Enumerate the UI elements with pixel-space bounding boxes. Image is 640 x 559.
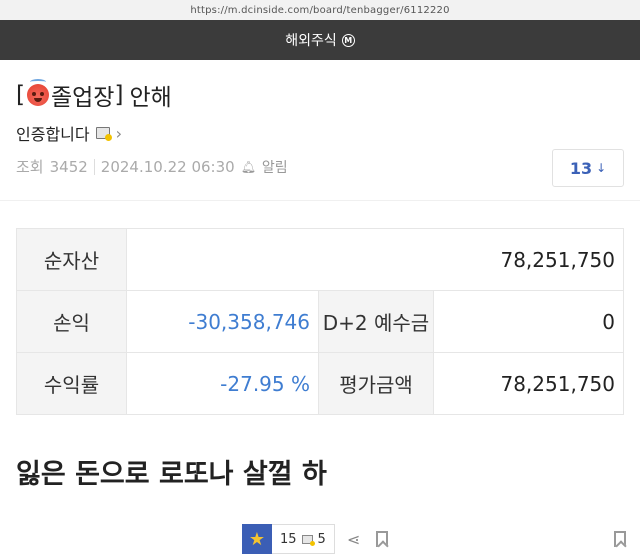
deposit-label: D+2 예수금 xyxy=(318,290,434,353)
meta-divider xyxy=(93,158,95,175)
url-text: https://m.dcinside.com/board/tenbagger/6… xyxy=(190,4,450,16)
author-row[interactable]: 인증합니다 › xyxy=(16,121,122,145)
return-rate-label: 수익률 xyxy=(16,352,127,415)
return-rate-value: -27.95 % xyxy=(126,352,319,415)
chevron-right-icon[interactable]: › xyxy=(116,124,122,143)
title-bracket-close: ] xyxy=(114,82,124,108)
fixed-nick-icon xyxy=(95,127,112,141)
comment-count-button[interactable]: 13 ↓ xyxy=(552,149,624,187)
gallery-header: 해외주식 M xyxy=(0,20,640,60)
alarm-label[interactable]: 알림 xyxy=(262,157,288,177)
fixed-nick-recommend-icon xyxy=(301,534,315,546)
net-assets-label: 순자산 xyxy=(16,228,127,291)
valuation-label: 평가금액 xyxy=(318,352,434,415)
recommend-button[interactable]: ★ xyxy=(242,524,272,554)
address-bar[interactable]: https://m.dcinside.com/board/tenbagger/6… xyxy=(0,0,640,20)
post-meta: 조회 3452 2024.10.22 06:30 🔔︎ 알림 xyxy=(16,156,288,177)
hot-face-emoji-icon xyxy=(26,79,49,106)
post-title: [ 졸업장 ] 안해 xyxy=(16,78,172,112)
title-bracket-open: [ xyxy=(16,82,25,108)
bookmark-right-icon[interactable] xyxy=(614,531,626,547)
table-row: 손익 -30,358,746 D+2 예수금 0 xyxy=(16,290,624,353)
bookmark-icon[interactable] xyxy=(376,531,389,547)
fixed-recommend-count: 5 xyxy=(317,531,326,547)
valuation-value: 78,251,750 xyxy=(433,352,624,415)
recommend-count: 15 xyxy=(280,531,297,547)
deposit-value: 0 xyxy=(433,290,624,353)
title-text: 안해 xyxy=(129,85,172,111)
account-summary-table: 순자산 78,251,750 손익 -30,358,746 D+2 예수금 0 … xyxy=(16,228,624,415)
star-icon: ★ xyxy=(248,528,266,550)
comment-count: 13 xyxy=(569,158,593,178)
post-action-bar: ★ 15 5 ⋖ xyxy=(242,524,389,554)
share-icon[interactable]: ⋖ xyxy=(347,530,360,549)
author-name[interactable]: 인증합니다 xyxy=(16,121,90,145)
net-assets-value: 78,251,750 xyxy=(126,228,624,291)
gallery-name[interactable]: 해외주식 xyxy=(285,30,337,50)
section-divider xyxy=(0,200,640,201)
vote-counts: 15 5 xyxy=(272,524,335,554)
post-body-text: 잃은 돈으로 로또나 살껄 하 xyxy=(16,459,327,490)
title-tag: 졸업장 xyxy=(50,85,115,111)
views-count: 3452 xyxy=(49,157,88,176)
post-datetime: 2024.10.22 06:30 xyxy=(100,157,235,176)
arrow-down-icon: ↓ xyxy=(596,161,607,175)
profit-loss-value: -30,358,746 xyxy=(126,290,319,353)
table-row: 수익률 -27.95 % 평가금액 78,251,750 xyxy=(16,352,624,415)
table-row: 순자산 78,251,750 xyxy=(16,228,624,291)
bell-icon[interactable]: 🔔︎ xyxy=(241,160,256,174)
profit-loss-label: 손익 xyxy=(16,290,127,353)
minor-gallery-badge: M xyxy=(341,33,355,47)
views-label: 조회 xyxy=(16,158,44,176)
